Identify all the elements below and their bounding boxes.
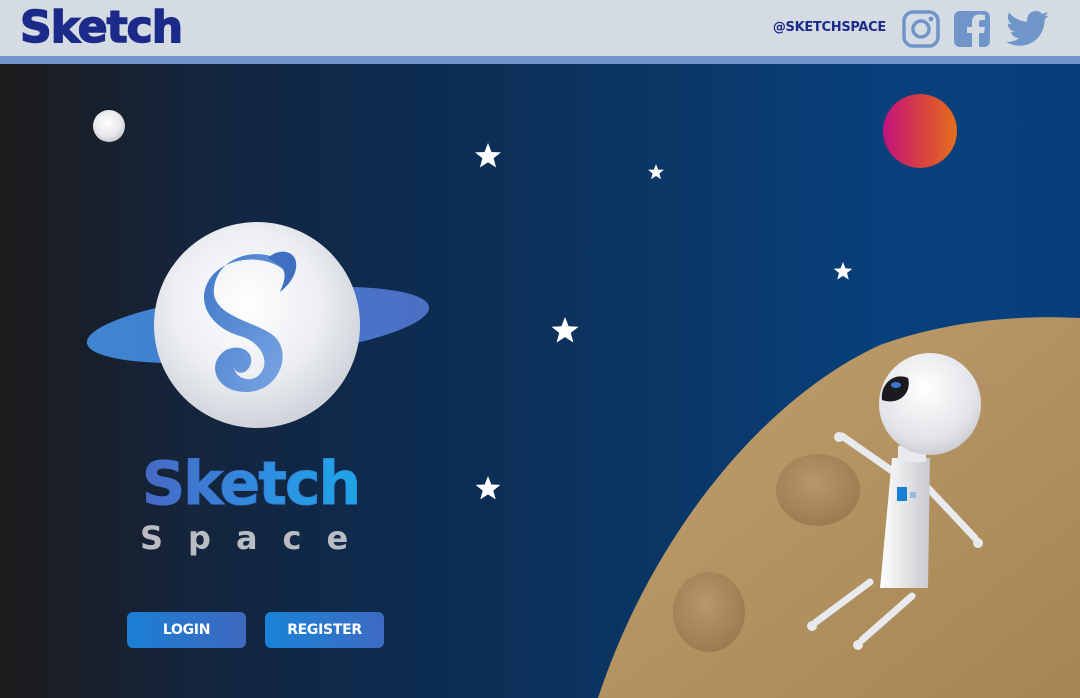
logo-subtitle: Space <box>140 519 374 557</box>
crater <box>776 454 860 526</box>
star <box>475 143 501 168</box>
login-button[interactable]: LOGIN <box>127 612 246 648</box>
star <box>551 317 579 343</box>
instagram-icon[interactable] <box>902 10 940 48</box>
star <box>833 262 853 280</box>
red-planet <box>883 94 957 168</box>
brand-logo-text[interactable]: Sketch <box>19 1 184 55</box>
twitter-icon[interactable] <box>1003 10 1051 48</box>
logo-planet <box>86 222 430 428</box>
facebook-icon[interactable] <box>953 10 991 48</box>
star <box>475 476 501 500</box>
small-moon <box>93 110 125 142</box>
crater <box>673 572 745 652</box>
landing-page: Sketch @SKETCHSPACE Sketch Space LOGIN R… <box>0 0 1080 698</box>
header-divider <box>0 56 1080 64</box>
star <box>648 164 664 180</box>
register-button[interactable]: REGISTER <box>265 612 384 648</box>
logo-title: Sketch <box>141 449 361 520</box>
space-illustration <box>86 94 1080 698</box>
social-handle[interactable]: @SKETCHSPACE <box>773 20 886 35</box>
top-header: Sketch @SKETCHSPACE <box>0 0 1080 56</box>
